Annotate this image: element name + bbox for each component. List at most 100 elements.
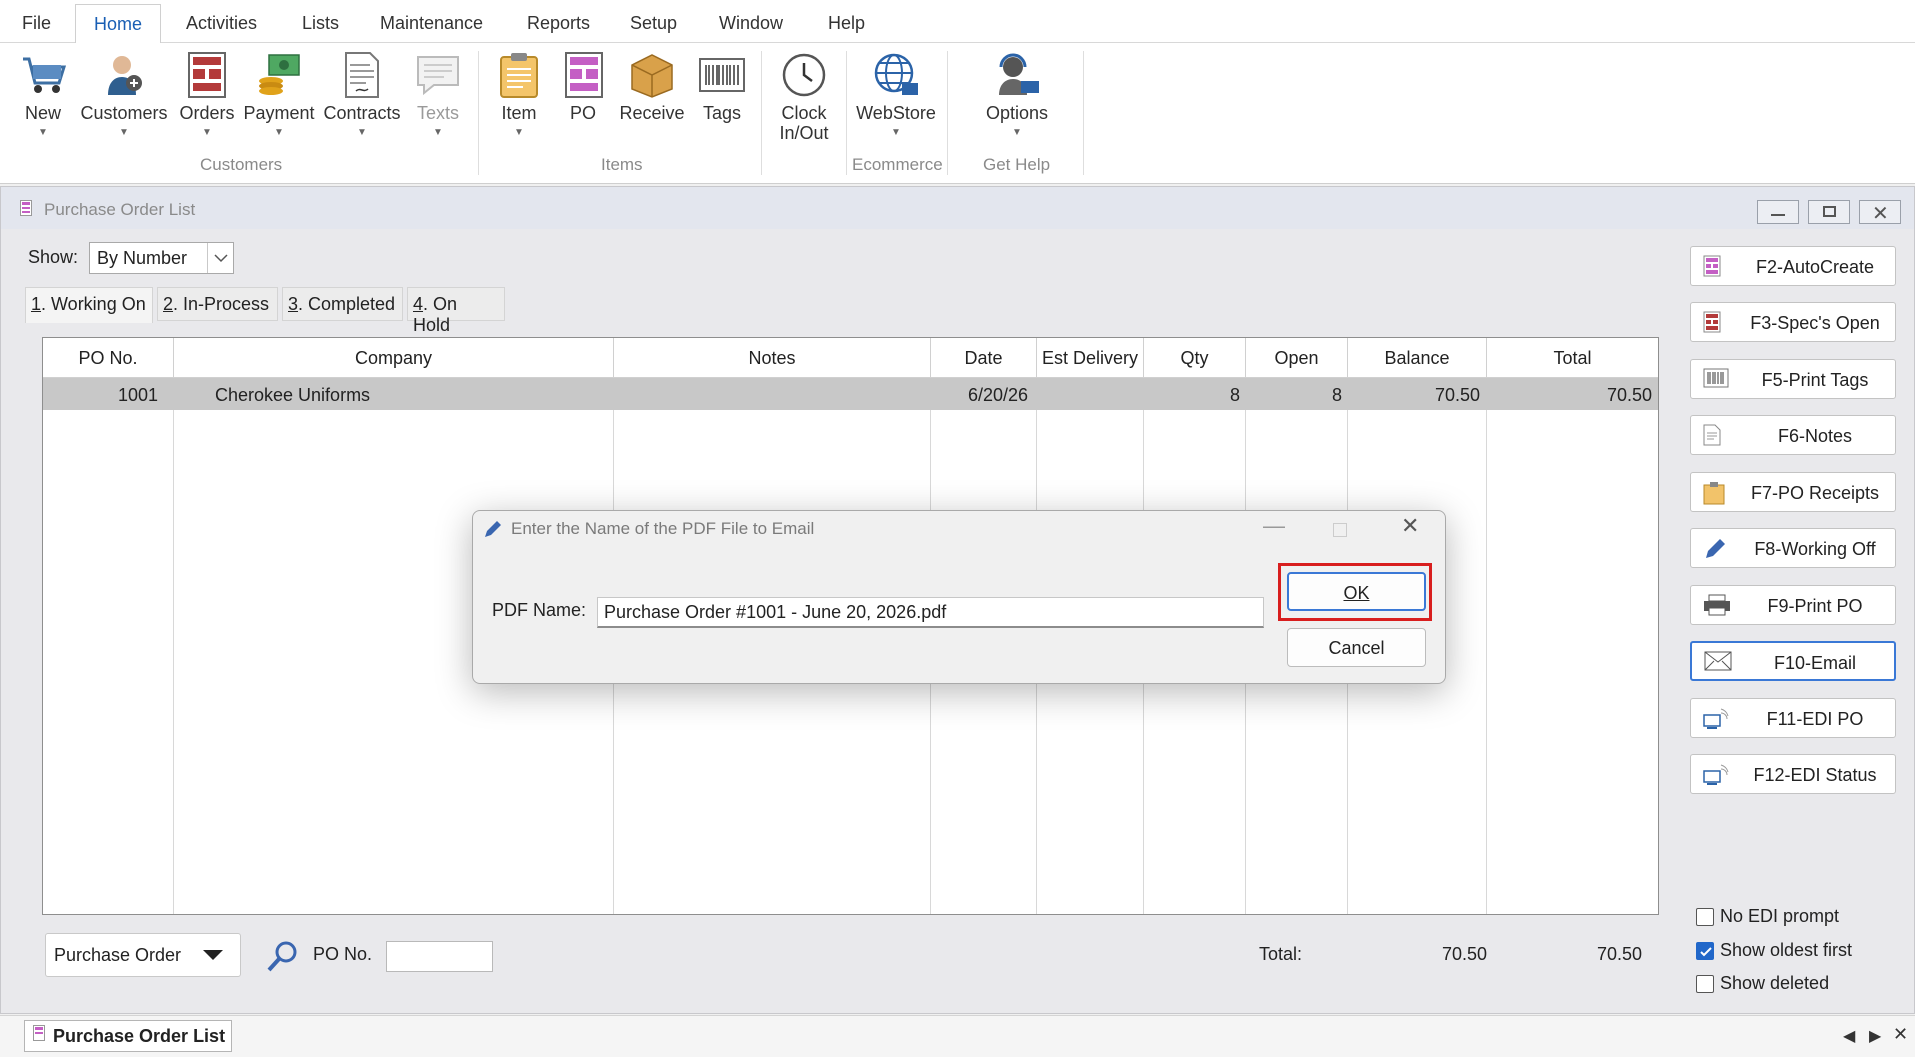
column-header-date[interactable]: Date — [931, 338, 1037, 378]
grand-total: 70.50 — [1596, 944, 1642, 964]
menu-file[interactable]: File — [22, 13, 51, 34]
restore-button[interactable] — [1808, 200, 1850, 224]
scroll-right-icon[interactable]: ▶ — [1869, 1026, 1881, 1046]
print-po-button[interactable]: F9-Print PO — [1690, 585, 1896, 625]
ribbon-receive-button[interactable]: Receive — [616, 51, 688, 123]
document-type-dropdown[interactable]: Purchase Order — [45, 933, 241, 977]
po-form-icon — [1703, 255, 1721, 277]
email-button[interactable]: F10-Email — [1690, 641, 1896, 681]
ribbon-contracts-button[interactable]: Contracts ▼ — [322, 51, 402, 138]
clock-icon — [782, 53, 826, 97]
menu-home[interactable]: Home — [75, 4, 162, 44]
ribbon-payment-button[interactable]: Payment ▼ — [242, 51, 316, 138]
show-select[interactable]: By Number — [89, 242, 234, 274]
ribbon-separator — [478, 51, 479, 175]
envelope-icon — [1704, 651, 1732, 671]
caret-down-icon — [203, 950, 223, 960]
close-button[interactable]: ✕ — [1859, 200, 1901, 225]
ribbon-po-button[interactable]: PO — [560, 51, 606, 123]
search-icon[interactable] — [266, 939, 300, 973]
ribbon-separator — [947, 51, 948, 175]
column-header-company[interactable]: Company — [174, 338, 614, 378]
box-icon — [631, 54, 673, 98]
pencil-icon — [1706, 539, 1725, 558]
printer-icon — [1704, 594, 1730, 616]
edi-po-button[interactable]: F11-EDI PO — [1690, 698, 1896, 738]
clipboard-icon — [500, 53, 538, 98]
chevron-down-icon: ▼ — [119, 127, 129, 138]
ribbon-options-button[interactable]: Options ▼ — [980, 51, 1054, 138]
ribbon-tags-button[interactable]: Tags — [698, 51, 746, 123]
cell-company: Cherokee Uniforms — [215, 385, 371, 405]
taskbar-item-purchase-order-list[interactable]: Purchase Order List — [24, 1020, 233, 1052]
column-header-qty[interactable]: Qty — [1144, 338, 1246, 378]
po-form-icon — [20, 200, 32, 216]
dialog-maximize-button[interactable] — [1333, 515, 1347, 543]
tab-completed[interactable]: 3. Completed — [282, 287, 403, 321]
column-header-po-no[interactable]: PO No. — [43, 338, 174, 378]
ribbon-customers-button[interactable]: Customers ▼ — [78, 51, 170, 138]
ribbon-separator — [1083, 51, 1084, 175]
autocreate-button[interactable]: F2-AutoCreate — [1690, 246, 1896, 286]
column-header-total[interactable]: Total — [1487, 338, 1658, 378]
ribbon-texts-button[interactable]: Texts ▼ — [412, 51, 464, 138]
chevron-down-icon: ▼ — [1012, 127, 1022, 138]
notes-button[interactable]: F6-Notes — [1690, 415, 1896, 455]
scroll-left-icon[interactable]: ◀ — [1843, 1026, 1855, 1046]
tab-working-on[interactable]: 1. Working On — [25, 287, 153, 323]
tab-in-process[interactable]: 2. In-Process — [157, 287, 278, 321]
ribbon-new-button[interactable]: New ▼ — [18, 51, 68, 138]
column-header-notes[interactable]: Notes — [614, 338, 931, 378]
ribbon-item-button[interactable]: Item ▼ — [495, 51, 543, 138]
print-tags-button[interactable]: F5-Print Tags — [1690, 359, 1896, 399]
ribbon-webstore-button[interactable]: WebStore ▼ — [854, 51, 938, 138]
tab-on-hold[interactable]: 4. On Hold — [407, 287, 505, 335]
menu-help[interactable]: Help — [828, 13, 865, 34]
ok-button[interactable]: OK — [1287, 572, 1426, 611]
window-title-bar: Purchase Order List ✕ — [1, 187, 1914, 229]
column-header-balance[interactable]: Balance — [1348, 338, 1487, 378]
dialog-title: Enter the Name of the PDF File to Email — [511, 519, 815, 538]
ribbon-orders-button[interactable]: Orders ▼ — [178, 51, 236, 138]
menu-setup[interactable]: Setup — [630, 13, 677, 34]
cell-po-no: 1001 — [117, 385, 158, 405]
po-receipts-button[interactable]: F7-PO Receipts — [1690, 472, 1896, 512]
chevron-down-icon: ▼ — [891, 127, 901, 138]
orders-form-icon — [188, 52, 226, 98]
ribbon-clock-button[interactable]: Clock In/Out — [776, 51, 832, 143]
cell-date: 6/20/26 — [967, 385, 1028, 405]
dialog-minimize-button[interactable]: — — [1263, 513, 1285, 539]
menu-reports[interactable]: Reports — [527, 13, 590, 34]
pdf-name-input[interactable]: Purchase Order #1001 - June 20, 2026.pdf — [597, 597, 1264, 628]
payment-money-icon — [259, 54, 300, 95]
close-icon[interactable]: ✕ — [1893, 1024, 1908, 1045]
maximize-icon — [1333, 523, 1347, 537]
menu-maintenance[interactable]: Maintenance — [380, 13, 483, 34]
barcode-icon — [699, 58, 745, 92]
orders-form-icon — [1703, 311, 1721, 333]
po-form-icon — [33, 1025, 45, 1041]
column-header-open[interactable]: Open — [1246, 338, 1348, 378]
chevron-down-icon: ▼ — [433, 127, 443, 138]
ribbon-separator — [846, 51, 847, 175]
checkbox-box — [1696, 908, 1714, 926]
close-icon: ✕ — [1872, 203, 1889, 225]
barcode-icon — [1703, 368, 1729, 388]
specs-open-button[interactable]: F3-Spec's Open — [1690, 302, 1896, 342]
po-no-input[interactable] — [386, 941, 493, 972]
table-row[interactable]: 1001 Cherokee Uniforms 6/20/26 8 8 70.50… — [43, 378, 1658, 410]
minimize-button[interactable] — [1757, 200, 1799, 224]
show-label: Show: — [28, 247, 79, 267]
dialog-close-button[interactable]: ✕ — [1401, 513, 1419, 539]
cell-balance: 70.50 — [1434, 385, 1480, 405]
menu-lists[interactable]: Lists — [302, 13, 339, 34]
box-icon — [1703, 482, 1725, 505]
restore-icon — [1823, 206, 1836, 217]
edi-status-button[interactable]: F12-EDI Status — [1690, 754, 1896, 794]
column-header-est-delivery[interactable]: Est Delivery — [1037, 338, 1144, 378]
cancel-button[interactable]: Cancel — [1287, 628, 1426, 667]
working-off-button[interactable]: F8-Working Off — [1690, 528, 1896, 568]
chevron-down-icon: ▼ — [514, 127, 524, 138]
menu-window[interactable]: Window — [719, 13, 783, 34]
menu-activities[interactable]: Activities — [186, 13, 257, 34]
